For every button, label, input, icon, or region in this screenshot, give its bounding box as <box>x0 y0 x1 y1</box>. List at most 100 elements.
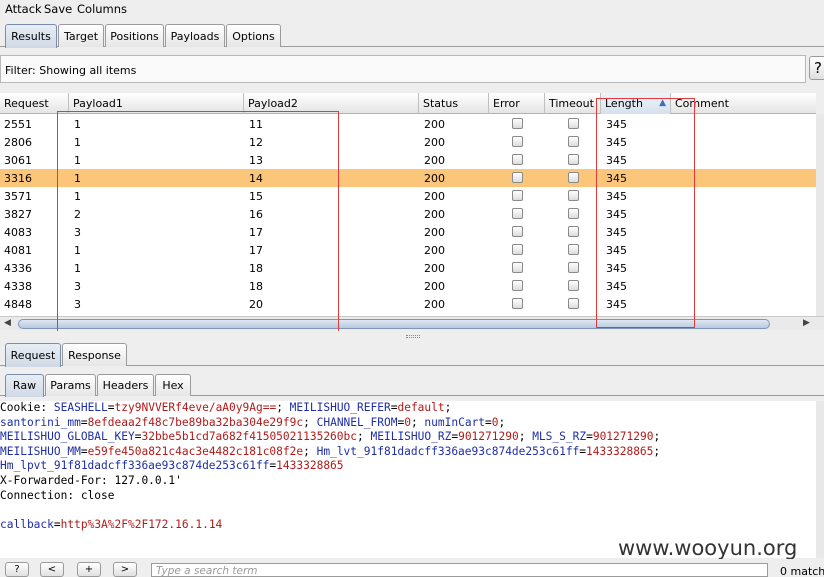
table-row[interactable]: 3571 1 15 200 345 <box>0 187 816 205</box>
cell-request: 3571 <box>4 190 32 203</box>
table-row[interactable]: 4083 3 17 200 345 <box>0 223 816 241</box>
error-checkbox[interactable] <box>512 208 523 219</box>
timeout-checkbox[interactable] <box>568 172 579 183</box>
menu-attack[interactable]: Attack <box>5 2 42 16</box>
raw-token: e59fe450a821c4ac3e4482c181c08f2e <box>87 444 304 458</box>
scroll-left-icon[interactable]: ◀ <box>4 318 11 328</box>
scrollbar-thumb[interactable] <box>18 319 770 329</box>
error-checkbox[interactable] <box>512 262 523 273</box>
raw-token: callback <box>0 517 54 531</box>
table-row[interactable]: 3061 1 13 200 345 <box>0 151 816 169</box>
raw-token: 0 <box>491 415 499 429</box>
table-horizontal-scrollbar[interactable]: ◀ ▶ <box>0 316 824 330</box>
error-checkbox[interactable] <box>512 298 523 309</box>
timeout-checkbox[interactable] <box>568 298 579 309</box>
timeout-checkbox[interactable] <box>568 190 579 201</box>
raw-request-editor[interactable]: Cookie: SEASHELL=tzy9NVVERf4eve/aA0y9Ag=… <box>0 401 816 558</box>
error-checkbox[interactable] <box>512 190 523 201</box>
error-checkbox[interactable] <box>512 244 523 255</box>
help-button[interactable]: ? <box>809 56 824 80</box>
error-checkbox[interactable] <box>512 172 523 183</box>
raw-token: Connection: close <box>0 488 115 502</box>
cell-payload2: 20 <box>249 298 263 311</box>
cell-payload2: 18 <box>249 280 263 293</box>
table-vertical-scrollbar[interactable] <box>816 114 824 316</box>
tab-raw[interactable]: Raw <box>5 374 44 397</box>
search-help-button[interactable]: ? <box>5 562 29 577</box>
menu-save[interactable]: Save <box>44 2 72 16</box>
tab-results[interactable]: Results <box>5 24 57 48</box>
timeout-checkbox[interactable] <box>568 154 579 165</box>
timeout-checkbox[interactable] <box>568 244 579 255</box>
tab-positions[interactable]: Positions <box>105 24 164 47</box>
tab-target[interactable]: Target <box>58 24 104 47</box>
error-checkbox[interactable] <box>512 280 523 291</box>
tab-response[interactable]: Response <box>62 343 127 366</box>
cell-payload2: 17 <box>249 226 263 239</box>
error-checkbox[interactable] <box>512 226 523 237</box>
table-row[interactable]: 4336 1 18 200 345 <box>0 259 816 277</box>
raw-token: ; <box>653 430 661 444</box>
menu-bar: Attack Save Columns <box>0 0 824 19</box>
cell-payload2: 15 <box>249 190 263 203</box>
cell-status: 200 <box>424 118 445 131</box>
raw-token: 8efdeaa2f48c7be89ba32ba304e29f9c <box>87 415 304 429</box>
raw-token: X-Forwarded-For: 127.0.0.1' <box>0 474 182 487</box>
cell-length: 345 <box>606 226 627 239</box>
search-next-button[interactable]: > <box>113 562 137 577</box>
table-row[interactable]: 2551 1 11 200 345 <box>0 115 816 133</box>
search-previous-button[interactable]: < <box>40 562 64 577</box>
tab-params[interactable]: Params <box>45 374 96 396</box>
tab-hex[interactable]: Hex <box>155 374 191 396</box>
splitter-grip-icon[interactable] <box>406 335 420 338</box>
search-options-button[interactable]: + <box>77 562 101 577</box>
cell-request: 4338 <box>4 280 32 293</box>
cell-request: 3061 <box>4 154 32 167</box>
raw-token: SEASHELL <box>53 401 108 414</box>
table-row[interactable]: 2806 1 12 200 345 <box>0 133 816 151</box>
column-header-comment[interactable]: Comment <box>671 93 816 114</box>
timeout-checkbox[interactable] <box>568 226 579 237</box>
error-checkbox[interactable] <box>512 154 523 165</box>
raw-token: ; <box>410 415 425 429</box>
raw-token: 0 <box>404 415 411 429</box>
filter-bar[interactable]: Filter: Showing all items <box>0 55 806 83</box>
raw-line: Connection: close <box>0 489 115 504</box>
table-row[interactable]: 4081 1 17 200 345 <box>0 241 816 259</box>
table-row[interactable]: 3827 2 16 200 345 <box>0 205 816 223</box>
table-row[interactable]: 4848 3 20 200 345 <box>0 295 816 313</box>
timeout-checkbox[interactable] <box>568 262 579 273</box>
scroll-right-icon[interactable]: ▶ <box>803 318 810 328</box>
timeout-checkbox[interactable] <box>568 280 579 291</box>
cell-payload2: 11 <box>249 118 263 131</box>
cell-payload2: 17 <box>249 244 263 257</box>
cell-payload1: 1 <box>74 118 81 131</box>
cell-length: 345 <box>606 280 627 293</box>
error-checkbox[interactable] <box>512 118 523 129</box>
timeout-checkbox[interactable] <box>568 118 579 129</box>
column-header-payload1[interactable]: Payload1 <box>69 93 244 114</box>
cell-status: 200 <box>424 244 445 257</box>
tab-request[interactable]: Request <box>5 343 61 367</box>
timeout-checkbox[interactable] <box>568 208 579 219</box>
timeout-checkbox[interactable] <box>568 136 579 147</box>
cell-status: 200 <box>424 208 445 221</box>
tab-payloads[interactable]: Payloads <box>165 24 225 47</box>
table-row[interactable]: 3316 1 14 200 345 <box>0 169 816 187</box>
column-header-status[interactable]: Status <box>419 93 489 114</box>
column-header-timeout[interactable]: Timeout <box>545 93 601 114</box>
tab-headers[interactable]: Headers <box>97 374 154 396</box>
editor-vertical-scrollbar[interactable] <box>816 401 824 558</box>
error-checkbox[interactable] <box>512 136 523 147</box>
column-header-length[interactable]: Length ▲ <box>601 93 671 114</box>
column-header-error[interactable]: Error <box>489 93 545 114</box>
search-input[interactable] <box>152 565 767 577</box>
menu-columns[interactable]: Columns <box>77 2 127 16</box>
table-row[interactable]: 4338 3 18 200 345 <box>0 277 816 295</box>
match-count: 0 matches <box>780 565 824 577</box>
table-header: Request Payload1 Payload2 Status Error T… <box>0 93 816 114</box>
raw-token: ; <box>303 415 317 429</box>
tab-options[interactable]: Options <box>226 24 281 47</box>
column-header-request[interactable]: Request <box>0 93 69 114</box>
column-header-payload2[interactable]: Payload2 <box>244 93 419 114</box>
